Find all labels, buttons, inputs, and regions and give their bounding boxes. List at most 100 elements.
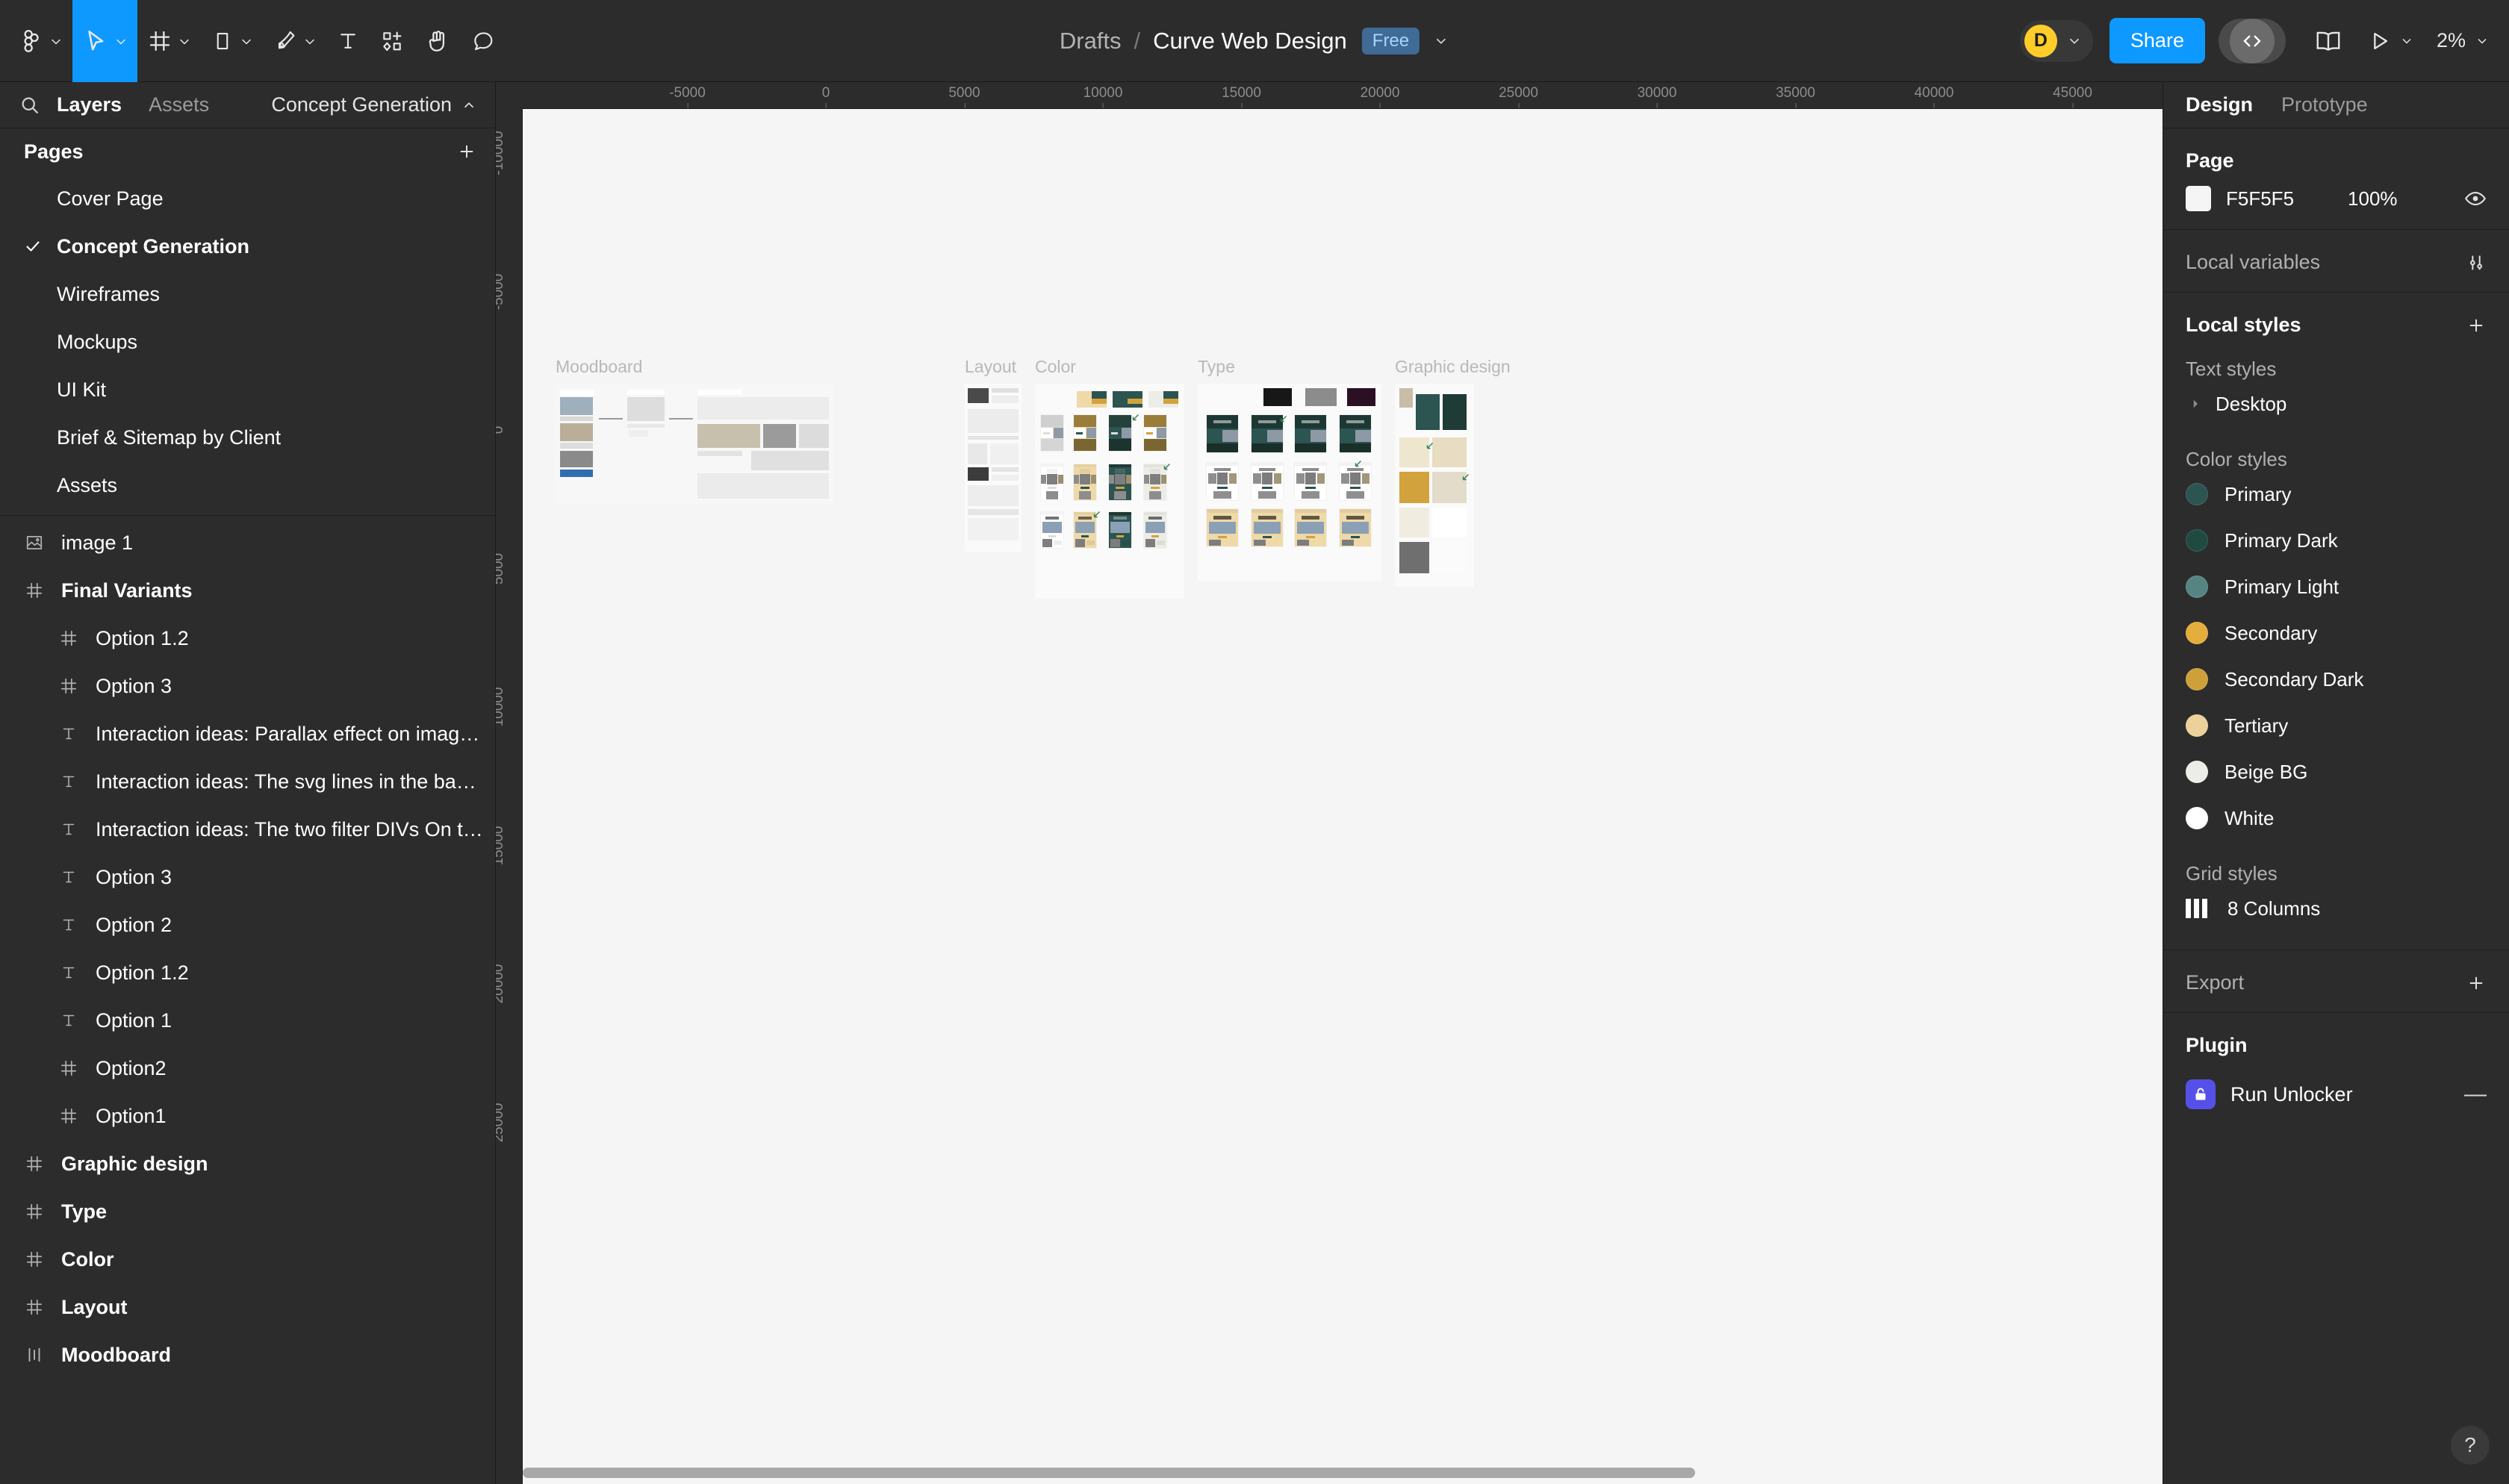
move-tool-chevron-down-icon[interactable] [114,34,127,48]
layer-item[interactable]: Interaction ideas: Parallax effect on im… [0,710,495,758]
page-item-concept-generation[interactable]: Concept Generation [0,222,495,270]
canvas-frame[interactable]: Type [1198,357,1381,581]
user-avatar-menu[interactable]: D [2019,19,2093,62]
color-style-item[interactable]: Secondary Dark [2163,656,2509,702]
canvas-frame[interactable]: Graphic design [1395,357,1511,587]
file-menu-chevron-down-icon[interactable] [1433,33,1449,49]
frame-label[interactable]: Color [1035,357,1184,377]
zoom-level-menu[interactable]: 2% [2426,29,2490,52]
page-fill-opacity[interactable]: 100% [2348,187,2398,211]
add-export-button[interactable] [2466,973,2487,994]
file-name-title[interactable]: Curve Web Design [1153,28,1347,54]
share-button[interactable]: Share [2109,18,2205,63]
text-tool[interactable] [326,0,370,82]
layer-item[interactable]: Interaction ideas: The two filter DIVs O… [0,805,495,853]
layer-item-label: Graphic design [61,1152,208,1175]
layer-item[interactable]: Moodboard [0,1331,495,1379]
actions-tool[interactable] [370,0,414,82]
layer-item[interactable]: Option 1.2 [0,949,495,997]
shape-tool-chevron-down-icon[interactable] [239,34,252,48]
frame-body[interactable] [1395,384,1474,587]
page-fill-hex[interactable]: F5F5F5 [2226,187,2294,211]
color-style-item[interactable]: Primary Light [2163,564,2509,610]
color-style-item[interactable]: Primary Dark [2163,517,2509,564]
text-style-item[interactable]: Desktop [2163,381,2509,427]
variables-settings-icon[interactable] [2466,252,2487,273]
horizontal-scrollbar[interactable] [523,1468,1695,1478]
remove-plugin-button[interactable]: — [2464,1082,2487,1107]
layer-item[interactable]: Final Variants [0,567,495,614]
page-item-cover-page[interactable]: Cover Page [0,175,495,222]
pen-tool-chevron-down-icon[interactable] [302,34,316,48]
layer-item[interactable]: Option1 [0,1092,495,1140]
layer-item[interactable]: Type [0,1188,495,1235]
canvas-frame[interactable]: Layout [965,357,1022,552]
pen-tool[interactable] [263,0,326,82]
tab-prototype[interactable]: Prototype [2281,93,2368,116]
local-variables-section[interactable]: Local variables [2163,230,2509,293]
left-sidebar: Layers Assets Concept Generation Pages C… [0,82,496,1484]
help-button[interactable]: ? [2451,1426,2490,1465]
layer-item[interactable]: Graphic design [0,1140,495,1188]
frame-label[interactable]: Layout [965,357,1022,377]
canvas-frame[interactable]: Moodboard [556,357,833,505]
comment-tool[interactable] [461,0,506,82]
page-item-assets[interactable]: Assets [0,461,495,509]
present-play-icon[interactable] [2354,15,2426,67]
figma-menu-icon[interactable] [7,0,72,82]
frame-body[interactable] [965,384,1022,552]
grid-style-item[interactable]: 8 Columns [2163,885,2509,932]
frame-label[interactable]: Moodboard [556,357,833,377]
color-style-item[interactable]: Primary [2163,471,2509,517]
figma-menu-icon-chevron-down-icon[interactable] [49,34,62,48]
frame-tool-chevron-down-icon[interactable] [177,34,190,48]
layer-item[interactable]: Option 3 [0,662,495,710]
library-book-icon[interactable] [2302,15,2354,67]
shape-tool[interactable] [201,0,263,82]
color-style-item[interactable]: White [2163,795,2509,841]
frame-body[interactable] [556,384,833,505]
frame-body[interactable] [1035,384,1184,599]
color-style-item[interactable]: Tertiary [2163,702,2509,749]
page-selector[interactable]: Concept Generation [271,93,477,116]
dev-mode-toggle[interactable] [2218,18,2286,63]
frame-label[interactable]: Graphic design [1395,357,1511,377]
layer-item[interactable]: Option 1.2 [0,614,495,662]
layer-item[interactable]: Layout [0,1283,495,1331]
color-style-item[interactable]: Beige BG [2163,749,2509,795]
expand-triangle-icon[interactable] [2186,397,2205,411]
page-fill-swatch[interactable] [2186,186,2211,211]
search-icon[interactable] [19,95,40,116]
tab-assets[interactable]: Assets [149,93,209,116]
add-page-button[interactable] [456,141,477,162]
color-style-item[interactable]: Secondary [2163,610,2509,656]
layer-item[interactable]: image 1 [0,519,495,567]
layer-item[interactable]: Option 1 [0,997,495,1044]
tab-design[interactable]: Design [2186,93,2253,116]
hand-tool[interactable] [414,0,461,82]
layer-item[interactable]: Option 3 [0,853,495,901]
layer-item[interactable]: Color [0,1235,495,1283]
frame-tool[interactable] [137,0,201,82]
plan-badge[interactable]: Free [1361,27,1420,54]
move-tool[interactable] [72,0,137,82]
tab-layers[interactable]: Layers [57,93,122,116]
add-style-button[interactable] [2466,315,2487,336]
layer-item-label: Layout [61,1295,128,1318]
visibility-eye-icon[interactable] [2464,187,2487,210]
page-item-ui-kit[interactable]: UI Kit [0,366,495,414]
breadcrumb-drafts[interactable]: Drafts [1060,28,1122,54]
layer-item[interactable]: Option 2 [0,901,495,949]
plugin-item[interactable]: Run Unlocker — [2163,1067,2509,1121]
layer-item[interactable]: Option2 [0,1044,495,1092]
layer-item[interactable]: Interaction ideas: The svg lines in the … [0,758,495,805]
page-item-mockups[interactable]: Mockups [0,318,495,366]
canvas-frame[interactable]: Color [1035,357,1184,599]
page-item-wireframes[interactable]: Wireframes [0,270,495,318]
canvas-surface[interactable]: Moodboard Layout Color Type Graphic design [523,109,2163,1484]
avatar-chevron-down-icon[interactable] [2066,33,2083,49]
page-item-brief-sitemap-by-client[interactable]: Brief & Sitemap by Client [0,414,495,461]
frame-body[interactable] [1198,384,1381,581]
frame-label[interactable]: Type [1198,357,1381,377]
canvas-area[interactable]: Moodboard Layout Color Type Graphic design -… [496,82,2163,1484]
